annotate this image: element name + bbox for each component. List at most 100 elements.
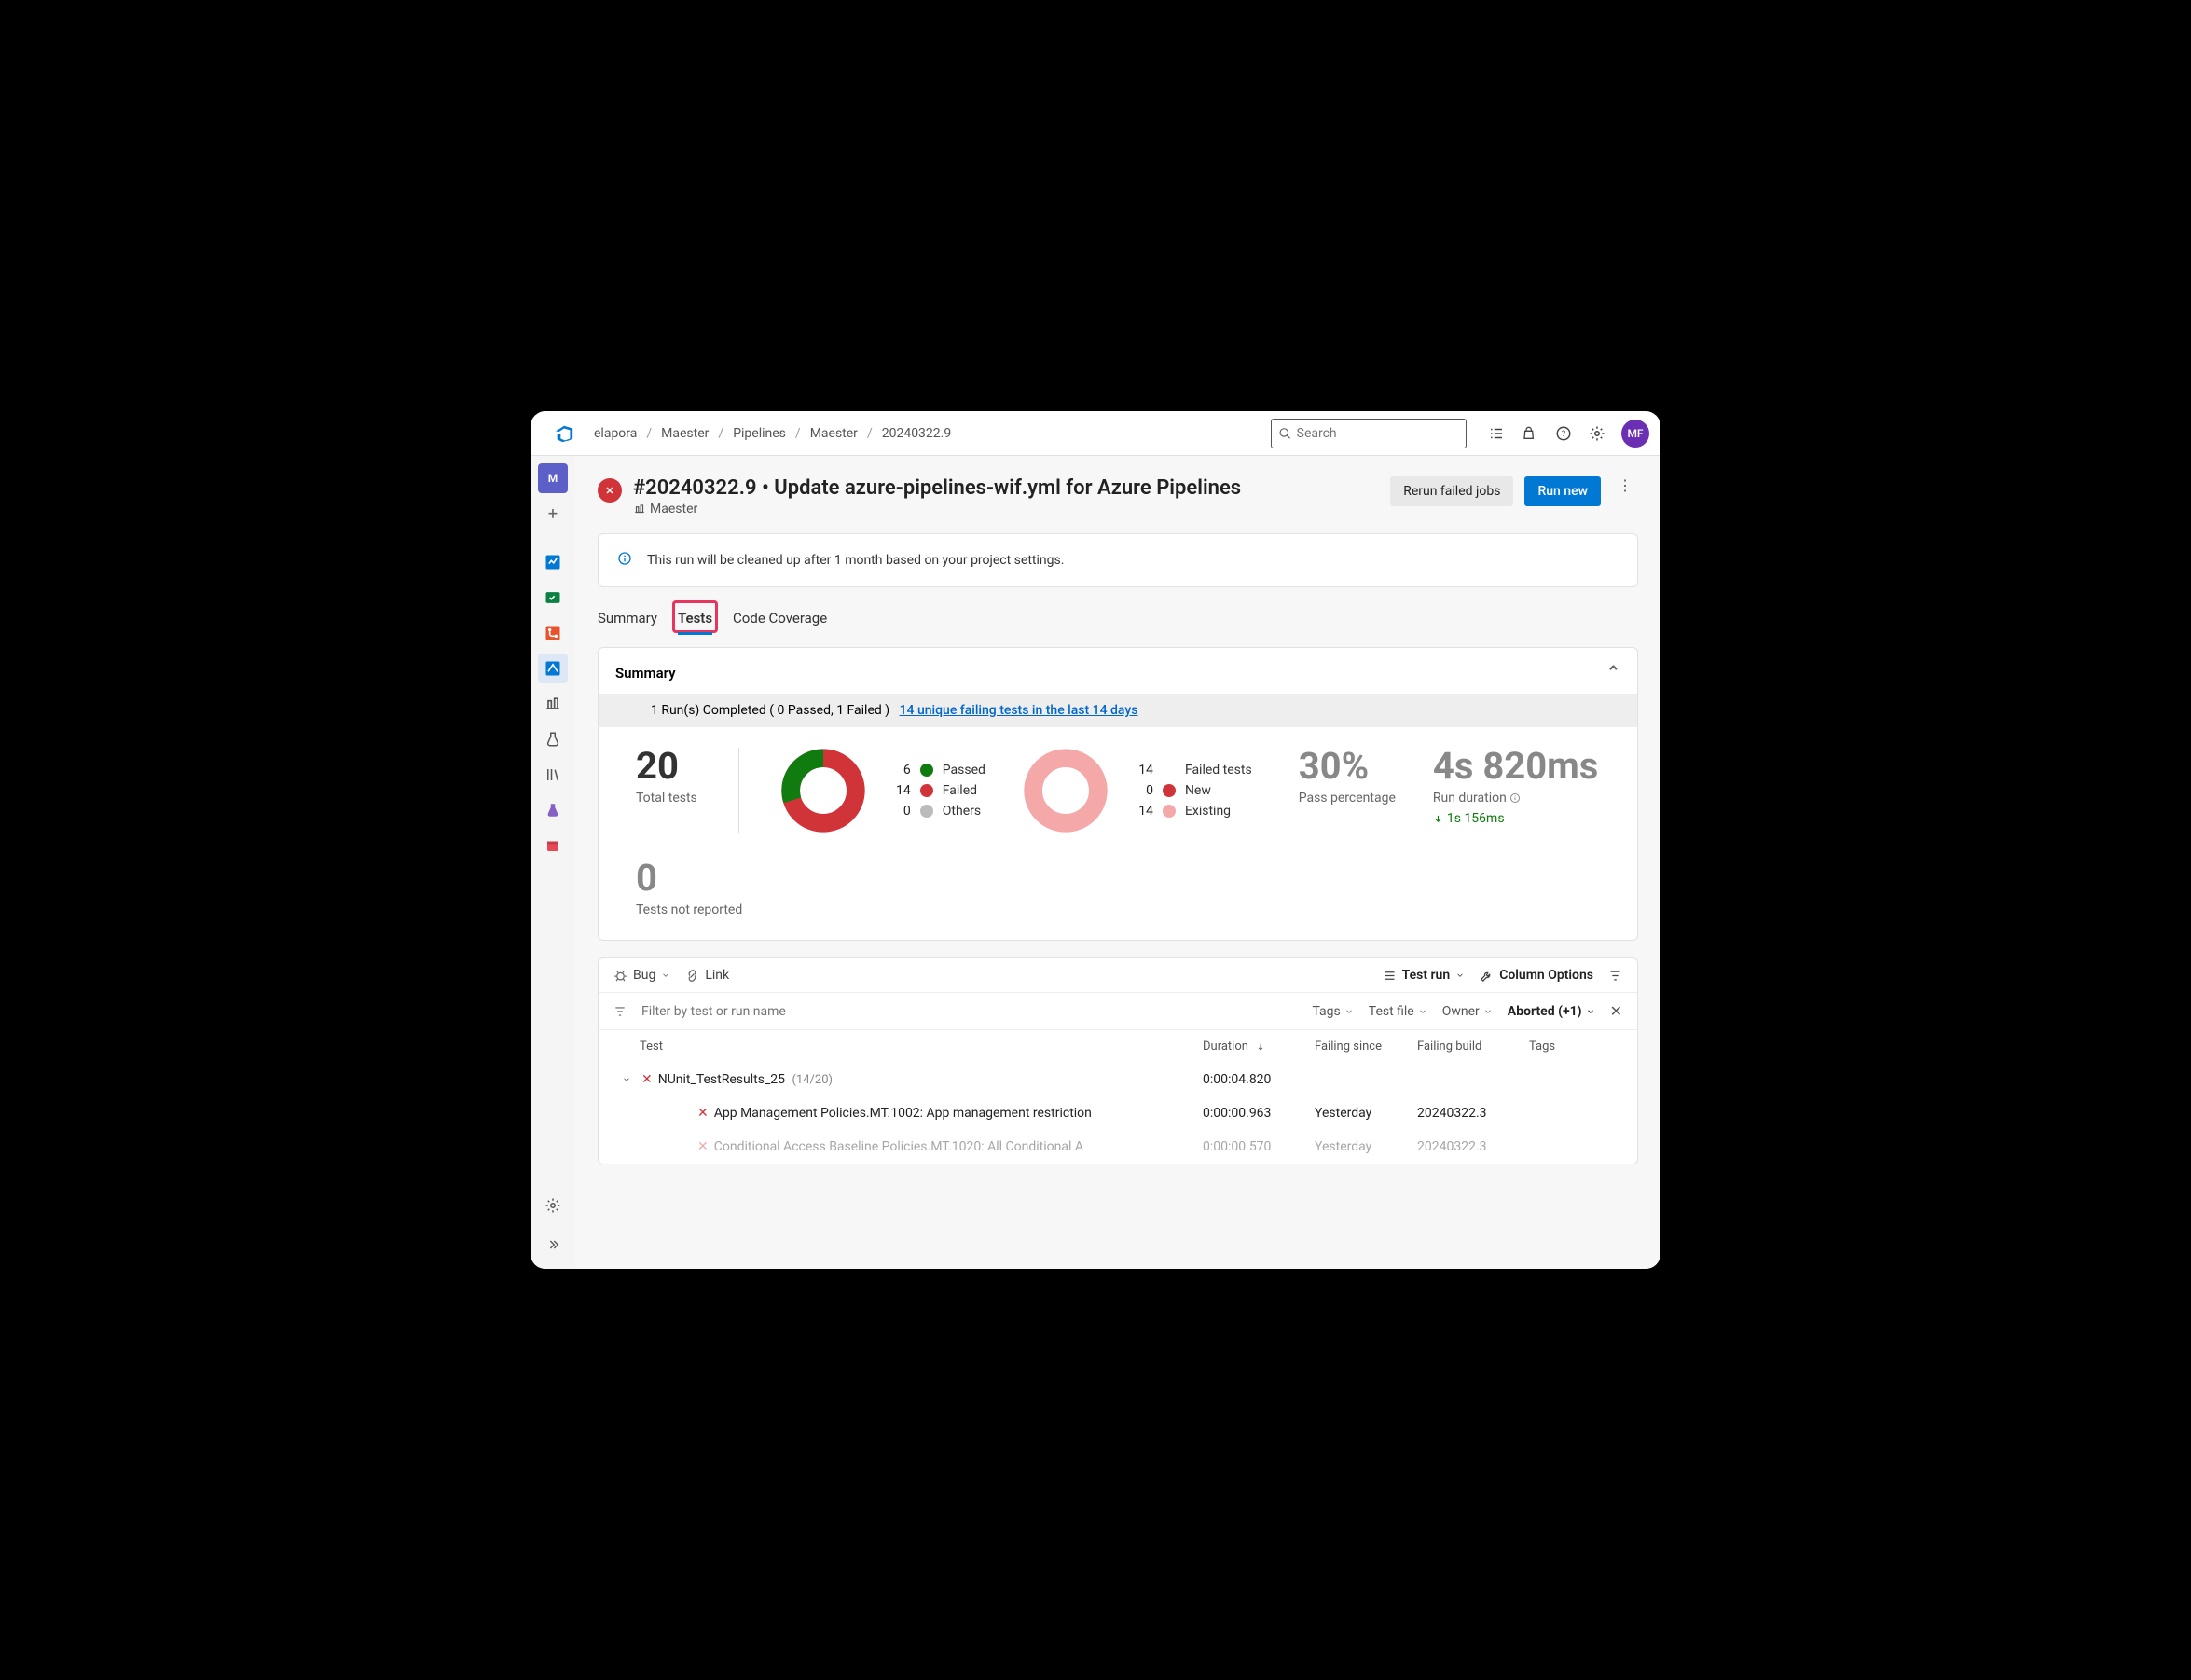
test-duration: 0:00:00.570 xyxy=(1203,1139,1315,1154)
sidebar-boards-icon[interactable] xyxy=(538,583,568,613)
tab-summary[interactable]: Summary xyxy=(598,602,657,634)
search-box[interactable] xyxy=(1271,419,1467,448)
legend-existing: 14Existing xyxy=(1131,804,1252,819)
chevron-down-icon xyxy=(1455,971,1465,980)
testrun-dropdown[interactable]: Test run xyxy=(1383,968,1466,983)
azure-devops-logo[interactable] xyxy=(553,422,575,445)
fail-icon: ✕ xyxy=(641,1072,653,1087)
list-icon xyxy=(1383,969,1397,983)
filter-status[interactable]: Aborted (+1) xyxy=(1508,1004,1595,1019)
search-icon xyxy=(1279,427,1291,440)
info-small-icon[interactable] xyxy=(1509,792,1521,804)
link-button[interactable]: Link xyxy=(685,968,729,983)
unique-failing-link[interactable]: 14 unique failing tests in the last 14 d… xyxy=(900,703,1138,718)
table-row[interactable]: ✕ Conditional Access Baseline Policies.M… xyxy=(599,1130,1637,1164)
sidebar-overview-icon[interactable] xyxy=(538,547,568,577)
test-name: Conditional Access Baseline Policies.MT.… xyxy=(714,1139,1203,1154)
help-icon[interactable]: ? xyxy=(1554,424,1573,443)
sidebar-add[interactable]: + xyxy=(538,499,568,529)
duration-delta: 1s 156ms xyxy=(1433,811,1598,826)
table-group-row[interactable]: ✕ NUnit_TestResults_25 (14/20) 0:00:04.8… xyxy=(599,1063,1637,1096)
summary-strip: 1 Run(s) Completed ( 0 Passed, 1 Failed … xyxy=(599,694,1637,727)
crumb-project[interactable]: Maester xyxy=(661,426,709,441)
col-failing-build[interactable]: Failing build xyxy=(1417,1040,1529,1053)
more-actions-button[interactable]: ⋮ xyxy=(1612,476,1638,494)
sidebar-testplans-icon[interactable] xyxy=(538,724,568,754)
user-avatar[interactable]: MF xyxy=(1621,420,1649,448)
filter-owner[interactable]: Owner xyxy=(1442,1004,1493,1019)
group-duration: 0:00:04.820 xyxy=(1203,1072,1315,1087)
legend-others: 0Others xyxy=(889,804,985,819)
clear-filters-button[interactable]: ✕ xyxy=(1610,1002,1622,1020)
sidebar: M + xyxy=(531,456,575,1269)
sidebar-environments-icon[interactable] xyxy=(538,689,568,719)
filter-input[interactable] xyxy=(641,1004,884,1019)
marketplace-icon[interactable] xyxy=(1521,424,1539,443)
sidebar-library-icon[interactable] xyxy=(538,760,568,790)
legend-passed: 6Passed xyxy=(889,763,985,778)
failing-build: 20240322.3 xyxy=(1417,1139,1529,1154)
settings-icon[interactable] xyxy=(1588,424,1606,443)
sidebar-settings-icon[interactable] xyxy=(538,1191,568,1220)
crumb-area[interactable]: Pipelines xyxy=(733,426,786,441)
filter-icon xyxy=(1608,969,1622,983)
table-row[interactable]: ✕ App Management Policies.MT.1002: App m… xyxy=(599,1096,1637,1130)
legend-failed-tests: 14Failed tests xyxy=(1131,763,1252,778)
sidebar-repos-icon[interactable] xyxy=(538,618,568,648)
topbar: elapora/ Maester/ Pipelines/ Maester/ 20… xyxy=(531,411,1660,456)
tabs: Summary Tests Code Coverage xyxy=(575,602,1660,634)
legend-new: 0New xyxy=(1131,783,1252,798)
sidebar-pipelines-icon[interactable] xyxy=(538,654,568,683)
run-new-button[interactable]: Run new xyxy=(1524,476,1601,506)
sidebar-artifacts-icon[interactable] xyxy=(538,795,568,825)
tab-tests[interactable]: Tests xyxy=(678,602,712,634)
sidebar-project-badge[interactable]: M xyxy=(538,463,568,493)
failing-since: Yesterday xyxy=(1315,1139,1417,1154)
collapse-icon[interactable]: ⌃ xyxy=(1606,663,1620,682)
chevron-down-icon xyxy=(661,971,670,980)
run-status-failed-icon xyxy=(598,478,622,503)
summary-strip-text: 1 Run(s) Completed ( 0 Passed, 1 Failed … xyxy=(651,703,889,718)
retention-banner: This run will be cleaned up after 1 mont… xyxy=(598,533,1638,587)
retention-banner-text: This run will be cleaned up after 1 mont… xyxy=(647,553,1064,568)
col-failing-since[interactable]: Failing since xyxy=(1315,1040,1417,1053)
pass-percentage-value: 30% xyxy=(1299,748,1396,785)
checklist-icon[interactable] xyxy=(1487,424,1506,443)
run-duration-label: Run duration xyxy=(1433,791,1598,806)
legend-failed: 14Failed xyxy=(889,783,985,798)
failing-since: Yesterday xyxy=(1315,1106,1417,1121)
run-title: #20240322.9 • Update azure-pipelines-wif… xyxy=(633,476,1379,500)
filter-toggle[interactable] xyxy=(1608,969,1622,983)
sort-down-icon xyxy=(1256,1042,1265,1052)
test-duration: 0:00:00.963 xyxy=(1203,1106,1315,1121)
crumb-pipeline[interactable]: Maester xyxy=(810,426,858,441)
sidebar-expand-icon[interactable] xyxy=(538,1230,568,1260)
tab-code-coverage[interactable]: Code Coverage xyxy=(733,602,827,634)
expand-toggle[interactable] xyxy=(617,1075,636,1084)
svg-text:?: ? xyxy=(1562,430,1565,439)
filter-icon xyxy=(613,1005,627,1018)
fail-icon: ✕ xyxy=(697,1106,709,1121)
col-test[interactable]: Test xyxy=(640,1040,1203,1053)
results-donut-chart xyxy=(780,748,866,833)
breadcrumbs: elapora/ Maester/ Pipelines/ Maester/ 20… xyxy=(594,426,951,441)
run-project[interactable]: Maester xyxy=(633,502,1379,516)
bug-icon xyxy=(613,969,627,983)
failed-donut-chart xyxy=(1023,748,1109,833)
rerun-failed-button[interactable]: Rerun failed jobs xyxy=(1390,476,1513,506)
total-tests-label: Total tests xyxy=(636,791,697,806)
arrow-down-icon xyxy=(1433,814,1443,824)
col-tags[interactable]: Tags xyxy=(1529,1040,1622,1053)
col-duration[interactable]: Duration xyxy=(1203,1040,1315,1053)
column-options-button[interactable]: Column Options xyxy=(1480,968,1593,983)
search-input[interactable] xyxy=(1297,426,1458,441)
filter-tags[interactable]: Tags xyxy=(1312,1004,1353,1019)
crumb-org[interactable]: elapora xyxy=(594,426,637,441)
content: #20240322.9 • Update azure-pipelines-wif… xyxy=(575,456,1660,1269)
test-name: App Management Policies.MT.1002: App man… xyxy=(714,1106,1203,1121)
filter-testfile[interactable]: Test file xyxy=(1369,1004,1427,1019)
failing-build: 20240322.3 xyxy=(1417,1106,1529,1121)
bug-dropdown[interactable]: Bug xyxy=(613,968,670,983)
sidebar-packages-icon[interactable] xyxy=(538,831,568,861)
crumb-run[interactable]: 20240322.9 xyxy=(882,426,952,441)
